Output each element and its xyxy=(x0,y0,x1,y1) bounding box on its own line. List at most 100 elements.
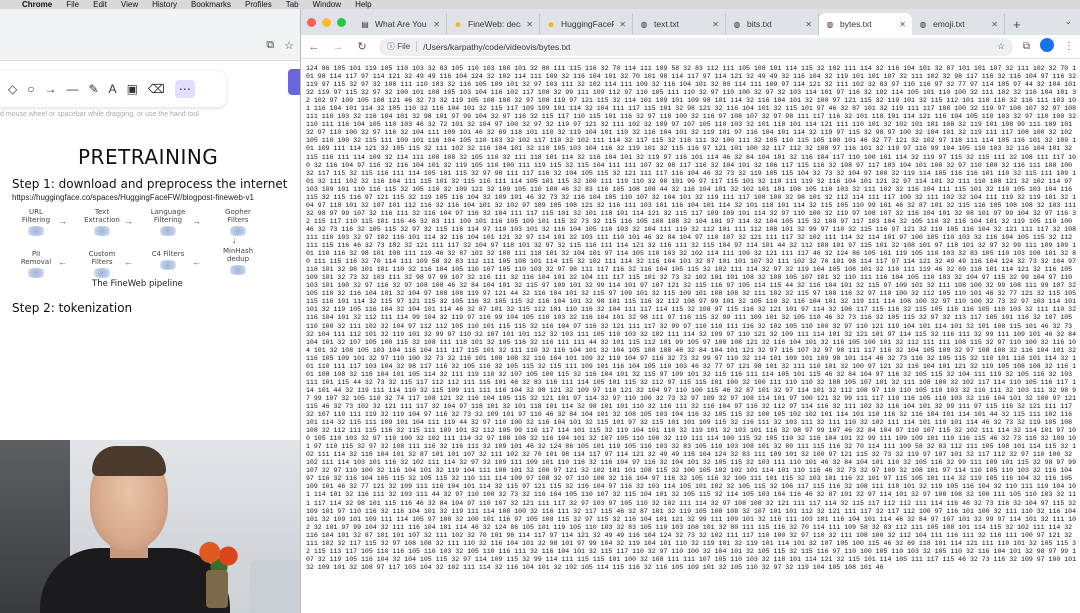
step1-heading: Step 1: download and preprocess the inte… xyxy=(12,177,288,191)
tab-fineweb[interactable]: ☻ FineWeb: decan ✕ xyxy=(447,13,540,35)
custom-filter-icon xyxy=(91,268,113,278)
globe-icon xyxy=(25,226,47,236)
browser-toolbar: ← → ↻ ⓘ File /Users/karpathy/code/videov… xyxy=(301,35,1080,59)
mac-menubar: Chrome File Edit View History Bookmarks … xyxy=(0,0,1080,9)
diamond-tool-icon[interactable]: ◇ xyxy=(8,82,17,96)
forward-arrow-icon[interactable]: → xyxy=(331,41,345,53)
globe-icon: ◍ xyxy=(640,19,648,29)
gopher-icon xyxy=(227,226,249,236)
address-bar-url[interactable]: /Users/karpathy/code/videovis/bytes.txt xyxy=(423,42,570,52)
excalidraw-window: ⧉ ☆ ◇ ○ → — ✎ A ▣ ⌫ ⋯ d mouse wheel or s… xyxy=(0,9,300,440)
menubar-item-edit[interactable]: Edit xyxy=(93,0,107,9)
window-controls xyxy=(307,9,346,35)
document-icon xyxy=(91,226,113,236)
install-app-icon[interactable]: ⧉ xyxy=(266,39,274,52)
extensions-icon[interactable]: ⧉ xyxy=(1023,41,1030,52)
pipeline-node-minhash-dedup: MinHash dedup xyxy=(220,247,256,275)
pipeline-node-language-filtering: Language Filtering xyxy=(150,208,186,236)
tab-text-txt[interactable]: ◍ text.txt ✕ xyxy=(633,13,726,35)
pipeline-node-custom-filters: Custom Filters xyxy=(84,250,120,278)
line-tool-icon[interactable]: — xyxy=(66,82,78,96)
pipeline-arrow-icon: ← xyxy=(124,257,133,267)
tab-close-icon[interactable]: ✕ xyxy=(991,20,998,29)
bookmark-star-icon[interactable]: ☆ xyxy=(997,41,1005,52)
pipeline-caption: The FineWeb pipeline xyxy=(92,279,183,289)
address-bar[interactable]: ⓘ File /Users/karpathy/code/videovis/byt… xyxy=(379,37,1013,56)
pipeline-node-url-filtering: URL Filtering xyxy=(18,208,54,236)
pipeline-arrow-icon: → xyxy=(124,216,133,226)
menubar-app-name[interactable]: Chrome xyxy=(22,0,52,9)
pipeline-node-text-extraction: Text Extraction xyxy=(84,208,120,236)
dedup-icon xyxy=(227,265,249,275)
menubar-item-tab[interactable]: Tab xyxy=(286,0,299,9)
tab-huggingfacefw[interactable]: ☻ HuggingFaceFW ✕ xyxy=(540,13,633,35)
menubar-item-history[interactable]: History xyxy=(152,0,177,9)
webcam-person-hair xyxy=(92,446,166,476)
language-icon xyxy=(157,226,179,236)
tab-close-icon[interactable]: ✕ xyxy=(433,20,440,29)
site-info-icon[interactable]: ⓘ File xyxy=(387,41,418,52)
tab-close-icon[interactable]: ✕ xyxy=(805,20,812,29)
menubar-item-file[interactable]: File xyxy=(66,0,79,9)
tab-close-icon[interactable]: ✕ xyxy=(899,20,906,29)
webcam-video xyxy=(0,440,300,613)
eraser-tool-icon[interactable]: ⌫ xyxy=(148,82,165,96)
hf-icon: ☻ xyxy=(546,19,556,29)
menubar-item-profiles[interactable]: Profiles xyxy=(245,0,272,9)
step1-url: https://huggingface.co/spaces/HuggingFac… xyxy=(12,193,254,202)
pipeline-arrow-icon: → xyxy=(192,216,201,226)
filter-icon xyxy=(157,260,179,270)
menubar-item-view[interactable]: View xyxy=(121,0,138,9)
tab-bits-txt[interactable]: ◍ bits.txt ✕ xyxy=(726,13,819,35)
tab-search-chevron-icon[interactable]: ⌄ xyxy=(1064,16,1072,27)
pencil-tool-icon[interactable]: ✎ xyxy=(88,82,98,96)
bookmark-star-icon[interactable]: ☆ xyxy=(284,39,294,52)
ellipse-tool-icon[interactable]: ○ xyxy=(27,82,34,96)
reload-icon[interactable]: ↻ xyxy=(355,40,369,53)
globe-icon: ◍ xyxy=(733,19,741,29)
minimize-window-button[interactable] xyxy=(322,17,331,27)
new-tab-button[interactable]: + xyxy=(1005,13,1029,35)
pipeline-node-gopher-filters: Gopher Filters xyxy=(220,208,256,236)
tab-strip: ▤ What Are You ✕ ☻ FineWeb: decan ✕ ☻ Hu… xyxy=(301,9,1080,35)
step2-heading: Step 2: tokenization xyxy=(12,301,133,315)
tab-bytes-txt[interactable]: ◍ bytes.txt ✕ xyxy=(819,13,912,35)
webcam-flowers xyxy=(196,538,242,574)
canvas-title: PRETRAINING xyxy=(78,145,219,169)
more-tools-icon[interactable]: ⋯ xyxy=(174,80,195,98)
image-tool-icon[interactable]: ▣ xyxy=(127,82,138,96)
hf-icon: ☻ xyxy=(453,19,463,29)
profile-avatar[interactable] xyxy=(1040,38,1054,55)
page-icon: ▤ xyxy=(361,19,369,29)
globe-icon: ◍ xyxy=(826,19,834,29)
pipeline-node-pii-removal: PII Removal xyxy=(18,250,54,278)
tab-close-icon[interactable]: ✕ xyxy=(526,20,533,29)
webcam-chair xyxy=(250,560,300,613)
bytes-text: 124 86 105 101 119 105 110 103 32 83 105… xyxy=(306,65,1080,571)
close-window-button[interactable] xyxy=(307,17,316,27)
library-button[interactable] xyxy=(288,69,300,95)
back-arrow-icon[interactable]: ← xyxy=(307,41,321,53)
menubar-item-bookmarks[interactable]: Bookmarks xyxy=(191,0,231,9)
page-content: 124 86 105 101 119 105 110 103 32 83 105… xyxy=(301,59,1080,613)
tab-close-icon[interactable]: ✕ xyxy=(619,20,626,29)
zoom-window-button[interactable] xyxy=(337,17,346,27)
canvas-hint: d mouse wheel or spacebar while dragging… xyxy=(0,111,199,118)
chrome-window: ▤ What Are You ✕ ☻ FineWeb: decan ✕ ☻ Hu… xyxy=(300,9,1080,613)
webcam-vase xyxy=(206,570,228,608)
menubar-item-help[interactable]: Help xyxy=(355,0,371,9)
pipeline-arrow-icon: → xyxy=(58,216,67,226)
excalidraw-browser-toolbar: ⧉ ☆ xyxy=(0,9,300,61)
pipeline-node-c4-filters: C4 Filters xyxy=(150,250,186,270)
pipeline-arrow-icon: ← xyxy=(192,257,201,267)
menubar-item-window[interactable]: Window xyxy=(313,0,341,9)
text-tool-icon[interactable]: A xyxy=(109,82,117,96)
tab-emoji-txt[interactable]: ◍ emoji.txt ✕ xyxy=(912,13,1005,35)
tab-close-icon[interactable]: ✕ xyxy=(712,20,719,29)
arrow-tool-icon[interactable]: → xyxy=(44,82,56,96)
globe-icon: ◍ xyxy=(919,19,927,29)
tab-what-are-you[interactable]: ▤ What Are You ✕ xyxy=(354,13,447,35)
pipeline-arrow-icon: ↓ xyxy=(232,235,237,245)
chrome-menu-icon[interactable]: ⋮ xyxy=(1064,41,1074,52)
excalidraw-toolbar: ◇ ○ → — ✎ A ▣ ⌫ ⋯ xyxy=(0,71,226,107)
